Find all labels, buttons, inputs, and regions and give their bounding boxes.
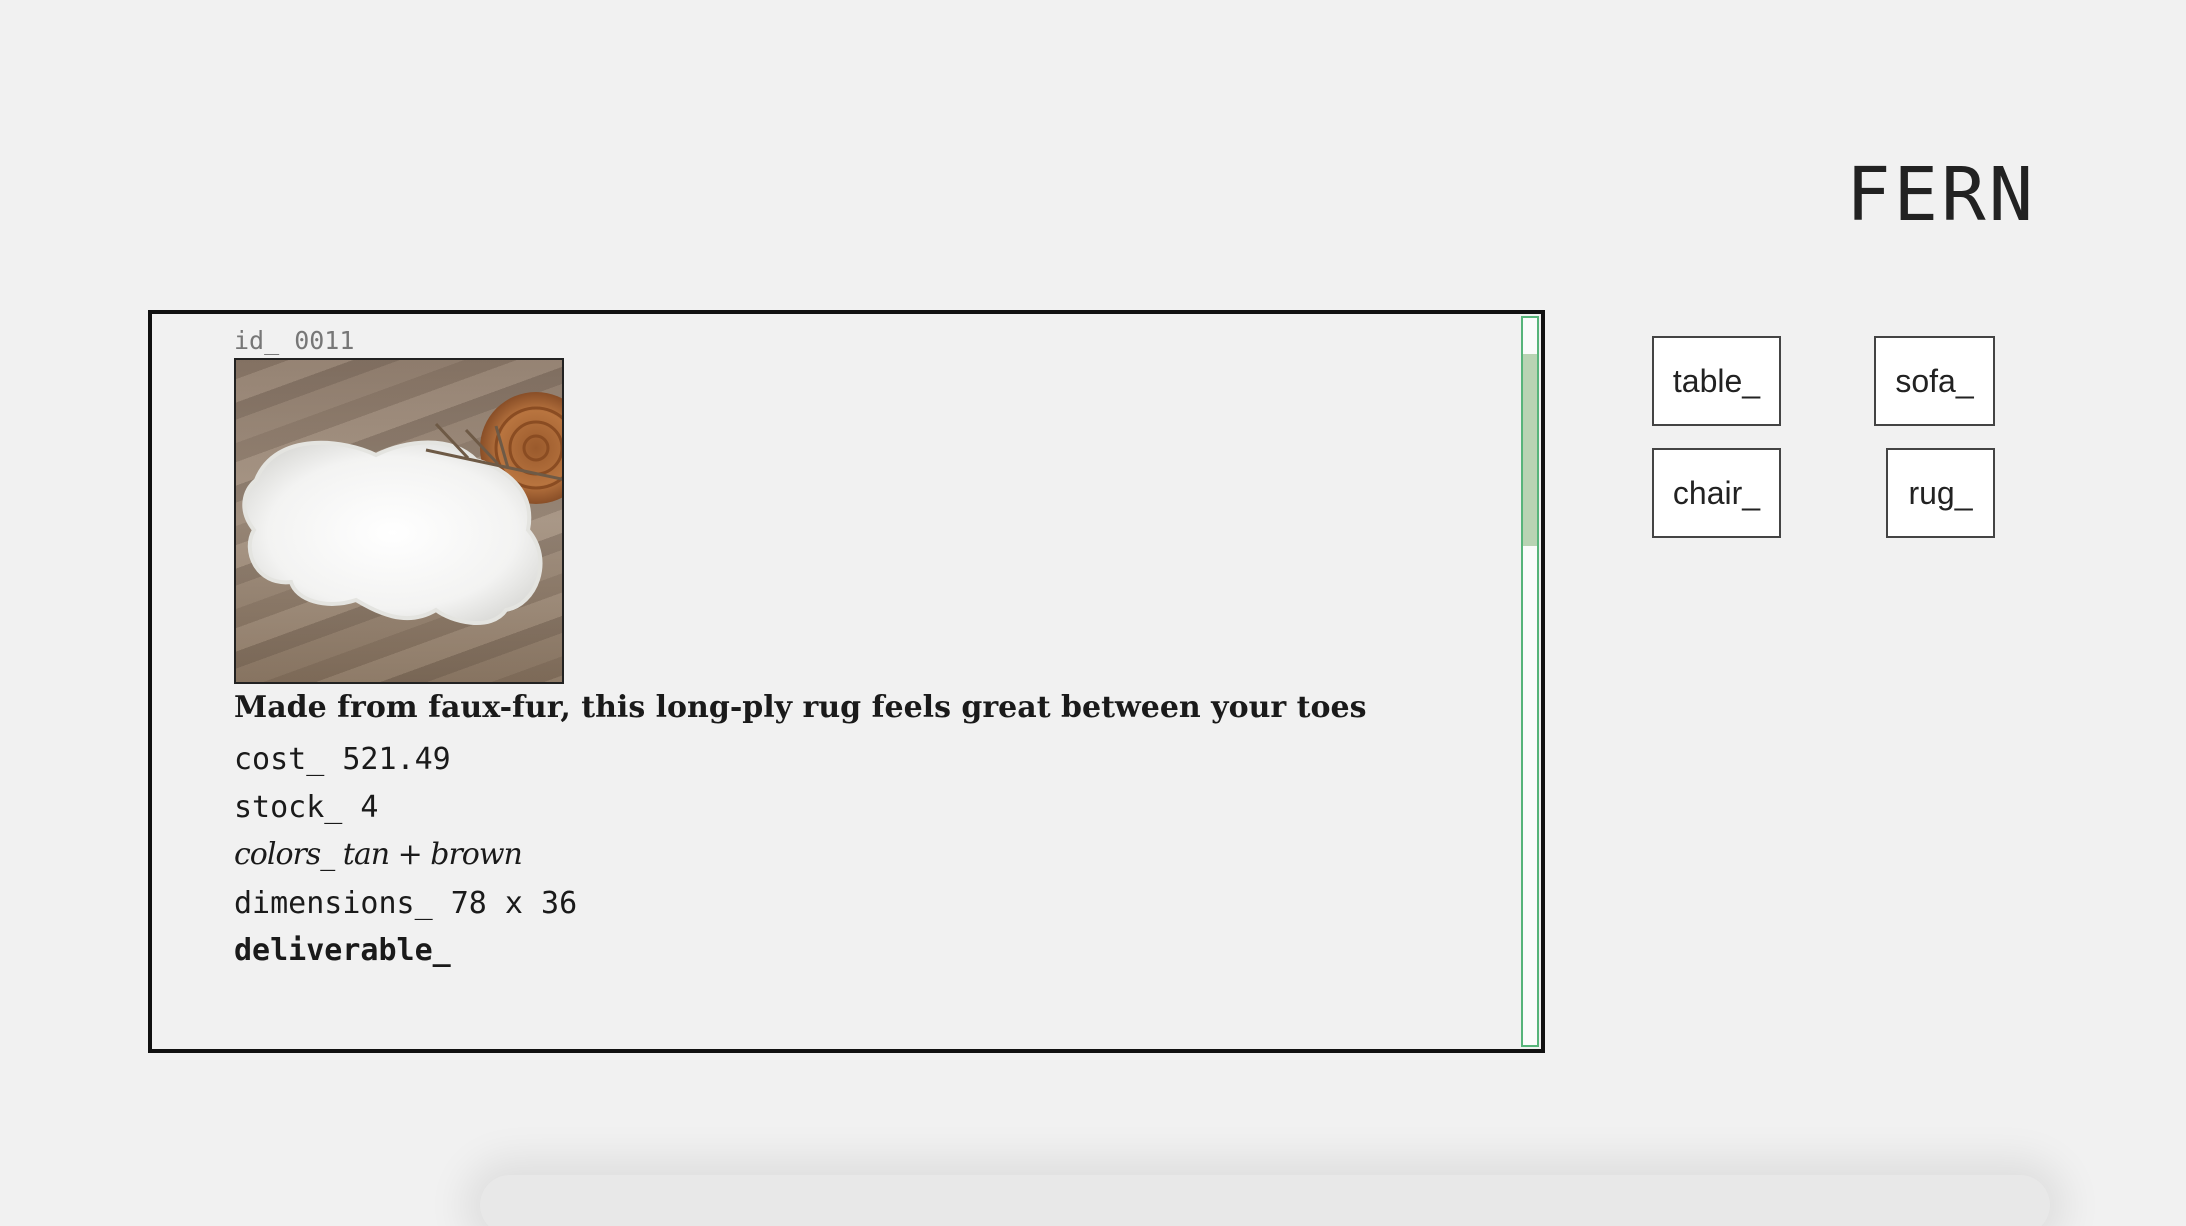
category-chair-button[interactable]: chair_ xyxy=(1652,448,1781,538)
brand-logo: FERN xyxy=(1846,152,2037,238)
panel-scrollbar[interactable] xyxy=(1521,316,1539,1047)
product-stock: stock_ 4 xyxy=(234,790,379,825)
product-deliverable: deliverable_ xyxy=(234,933,451,968)
product-colors: colors_ tan + brown xyxy=(234,837,523,872)
product-image xyxy=(234,358,564,684)
product-description: Made from faux-fur, this long-ply rug fe… xyxy=(234,690,1367,725)
product-dimensions: dimensions_ 78 x 36 xyxy=(234,886,578,921)
product-panel[interactable]: id_ 0011 Made from faux-fur, this long-p… xyxy=(148,310,1545,1053)
category-rug-button[interactable]: rug_ xyxy=(1886,448,1995,538)
scrollbar-thumb[interactable] xyxy=(1523,354,1537,546)
product-id: id_ 0011 xyxy=(234,326,355,355)
category-sofa-button[interactable]: sofa_ xyxy=(1874,336,1995,426)
rug-photo-icon xyxy=(242,392,562,625)
product-cost: cost_ 521.49 xyxy=(234,742,451,777)
category-table-button[interactable]: table_ xyxy=(1652,336,1781,426)
bottom-shadow xyxy=(480,1175,2050,1226)
